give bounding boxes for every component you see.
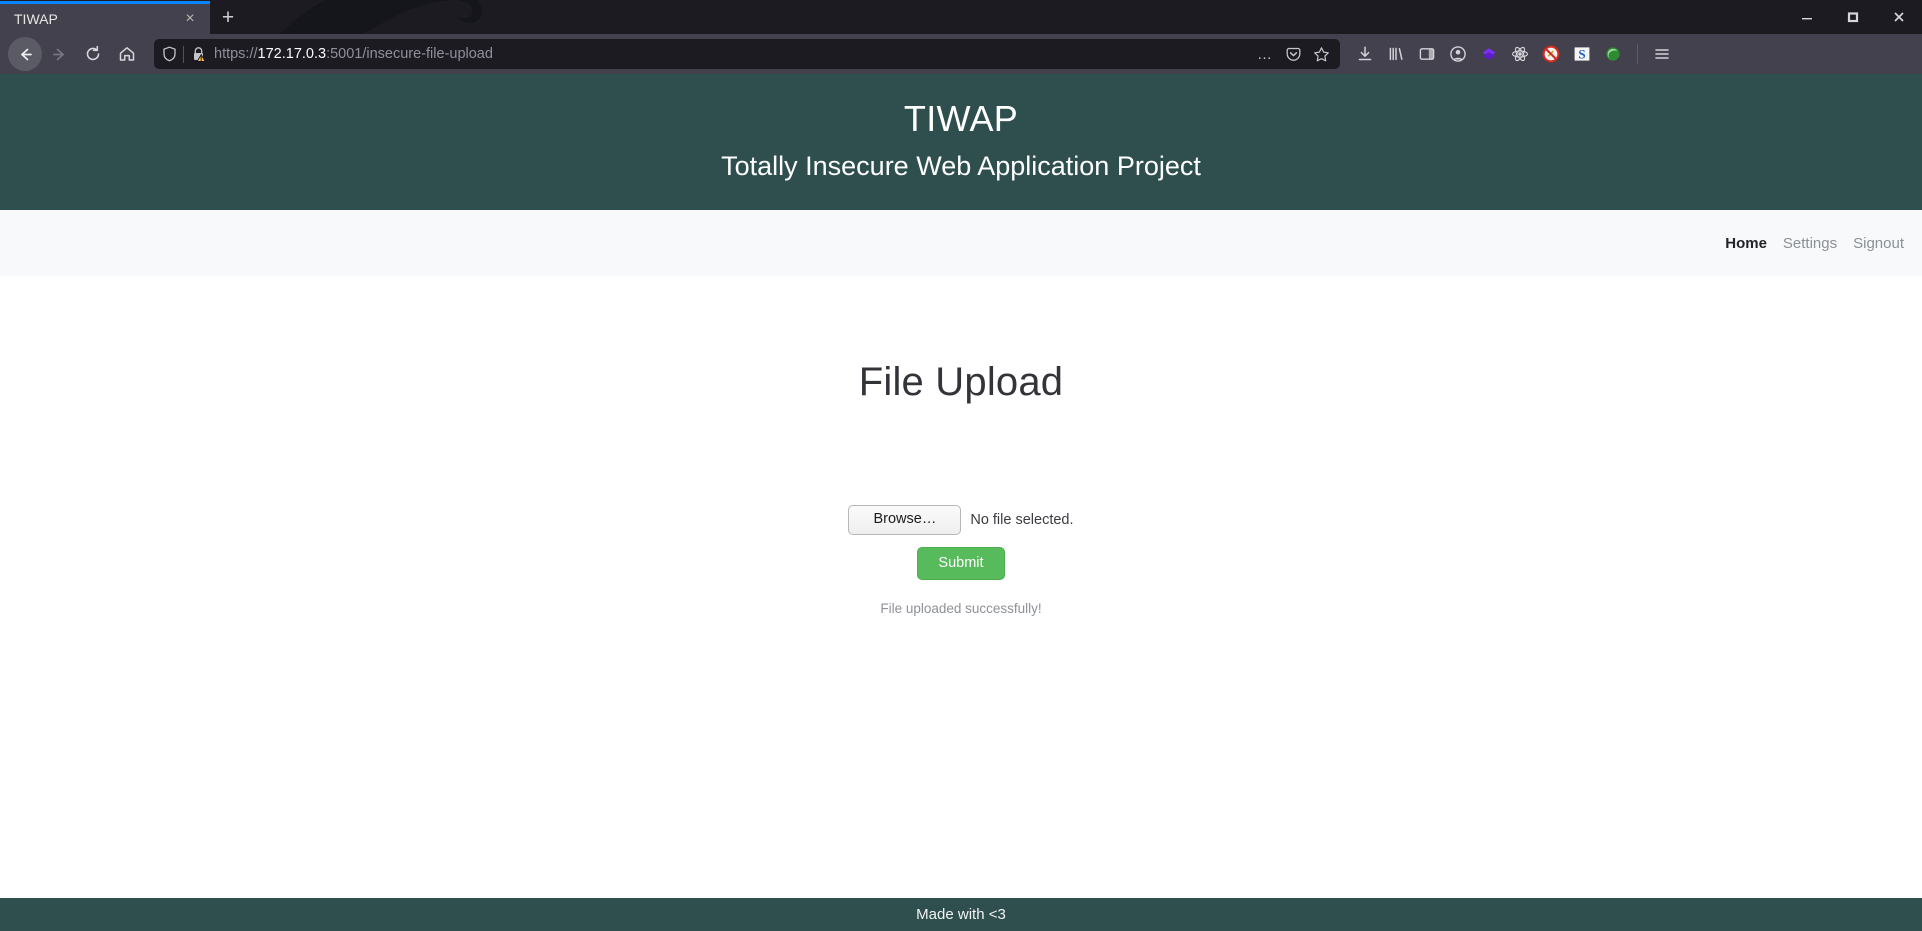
site-navigation: Home Settings Signout [0,210,1922,277]
submit-button[interactable]: Submit [917,547,1005,580]
bookmark-star-icon[interactable] [1308,41,1334,67]
nav-link-signout[interactable]: Signout [1849,233,1908,254]
maximize-icon[interactable] [1830,0,1876,34]
url-text[interactable]: https://172.17.0.3:5001/insecure-file-up… [214,46,1252,62]
browser-window: TIWAP × + https://172.17.0.3:5001/insecu… [0,0,1922,931]
browser-toolbar: https://172.17.0.3:5001/insecure-file-up… [0,34,1922,74]
insecure-lock-warning-icon[interactable] [191,46,206,62]
sidebar-icon[interactable] [1412,39,1442,69]
more-actions-icon[interactable]: … [1252,41,1278,67]
back-arrow-icon[interactable] [8,37,42,71]
nav-link-home[interactable]: Home [1721,233,1771,254]
app-menu-icon[interactable] [1647,39,1677,69]
page-title: File Upload [858,360,1064,405]
upload-status-message: File uploaded successfully! [880,600,1042,616]
svg-text:S: S [1578,46,1585,61]
title-bar: TIWAP × + [0,0,1922,34]
browser-tab-tiwap[interactable]: TIWAP × [0,1,210,34]
kali-dragon-watermark [280,0,483,34]
home-icon[interactable] [110,37,144,71]
noscript-icon[interactable] [1536,39,1566,69]
main-content: File Upload Browse… No file selected. Su… [0,276,1922,898]
tab-strip-background [0,0,1922,34]
new-tab-button[interactable]: + [210,1,246,34]
react-devtools-icon[interactable] [1505,39,1535,69]
address-bar[interactable]: https://172.17.0.3:5001/insecure-file-up… [154,39,1340,69]
url-path: :5001/insecure-file-upload [326,46,493,62]
library-icon[interactable] [1381,39,1411,69]
account-icon[interactable] [1443,39,1473,69]
tracking-protection-shield-icon[interactable] [162,46,177,62]
url-host: 172.17.0.3 [257,46,327,62]
tab-title: TIWAP [14,12,58,26]
site-title: TIWAP [903,98,1019,139]
window-controls [1784,0,1922,34]
file-status-label: No file selected. [970,512,1074,529]
extension-s-icon[interactable]: S [1567,39,1597,69]
url-divider [183,45,184,63]
url-scheme: https:// [214,46,258,62]
browser-extensions-toolbar: S [1350,39,1677,69]
forward-arrow-icon[interactable] [42,37,76,71]
minimize-icon[interactable] [1784,0,1830,34]
browse-button[interactable]: Browse… [848,505,962,536]
site-subtitle: Totally Insecure Web Application Project [721,151,1201,181]
reload-icon[interactable] [76,37,110,71]
file-upload-form: Browse… No file selected. Submit File up… [848,505,1074,616]
extension-diamond-icon[interactable] [1474,39,1504,69]
site-header: TIWAP Totally Insecure Web Application P… [0,74,1922,211]
page-viewport: TIWAP Totally Insecure Web Application P… [0,74,1922,931]
wappalyzer-icon[interactable] [1598,39,1628,69]
close-window-icon[interactable] [1876,0,1922,34]
downloads-icon[interactable] [1350,39,1380,69]
toolbar-divider [1637,44,1638,64]
site-footer: Made with <3 [0,898,1922,931]
nav-link-settings[interactable]: Settings [1779,233,1841,254]
file-input-row: Browse… No file selected. [848,505,1074,536]
url-actions: … [1252,41,1334,67]
pocket-save-icon[interactable] [1280,41,1306,67]
close-icon[interactable]: × [180,9,200,29]
